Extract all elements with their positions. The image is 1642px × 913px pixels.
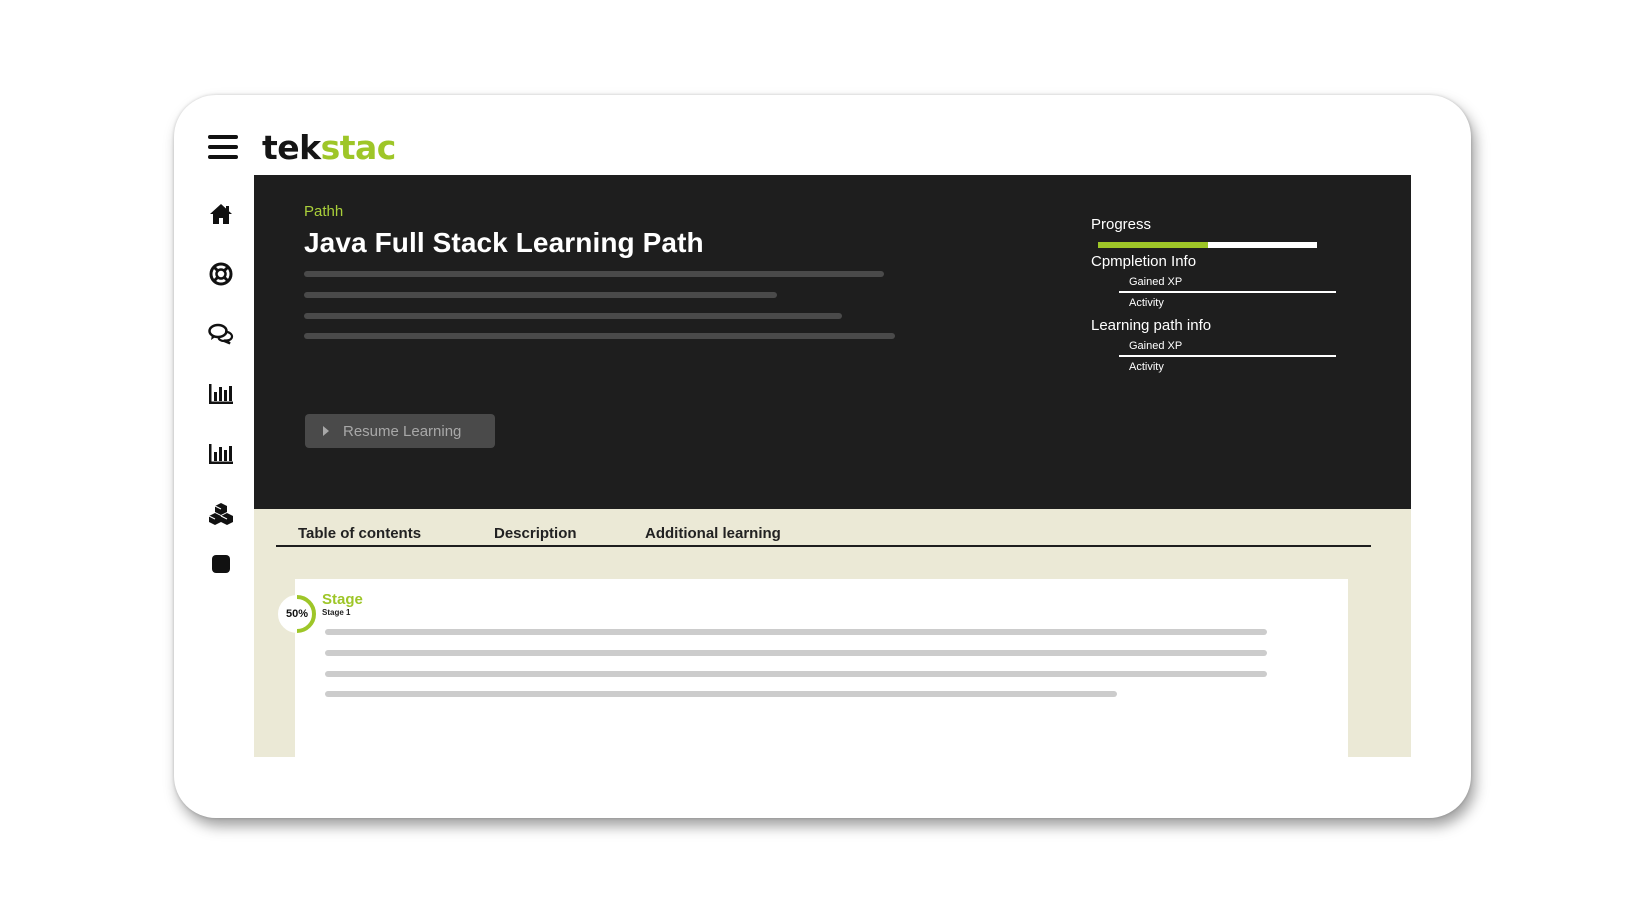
path-gained-xp-label: Gained XP (1129, 340, 1183, 352)
description-placeholder-line (304, 333, 895, 339)
path-divider (1119, 355, 1336, 357)
resume-learning-button[interactable]: Resume Learning (305, 414, 495, 448)
tab-description[interactable]: Description (494, 525, 577, 542)
stage-percent-label: 50% (285, 608, 309, 620)
stage-placeholder-line (325, 691, 1117, 697)
tab-bar: Table of contents Description Additional… (276, 509, 1371, 547)
chat-icon[interactable] (204, 319, 238, 349)
analytics-icon[interactable] (204, 379, 238, 409)
stage-placeholder-line (325, 629, 1267, 635)
path-activity-label: Activity (1129, 361, 1164, 373)
description-placeholder-line (304, 271, 884, 277)
completion-divider (1119, 291, 1336, 293)
stage-placeholder-line (325, 650, 1267, 656)
progress-bar-fill (1098, 242, 1208, 248)
logo-text-tek: tek (262, 128, 321, 167)
support-lifebuoy-icon[interactable] (204, 259, 238, 289)
stats-panel: Progress Cpmpletion Info Gained XP Activ… (1091, 175, 1391, 509)
stage-placeholder-line (325, 671, 1267, 677)
learning-path-info-heading: Learning path info (1091, 317, 1212, 334)
learning-path-hero: Pathh Java Full Stack Learning Path Resu… (254, 175, 1411, 509)
resume-learning-label: Resume Learning (343, 422, 462, 440)
tab-table-of-contents[interactable]: Table of contents (298, 525, 421, 542)
stop-square-icon[interactable] (204, 549, 238, 579)
tekstac-logo: tekstac (262, 128, 396, 167)
description-placeholder-line (304, 292, 777, 298)
logo-text-stac: stac (320, 128, 397, 167)
progress-label: Progress (1091, 216, 1152, 233)
play-icon (323, 426, 329, 436)
path-eyebrow-label: Pathh (304, 203, 344, 220)
completion-gained-xp-label: Gained XP (1129, 276, 1183, 288)
progress-bar (1098, 242, 1317, 248)
stage-progress-ring: 50% (276, 593, 318, 635)
home-icon[interactable] (204, 199, 238, 229)
stage-subtitle: Stage 1 (322, 608, 351, 617)
reports-icon[interactable] (204, 439, 238, 469)
modules-cubes-icon[interactable] (204, 499, 238, 529)
description-placeholder-line (304, 313, 842, 319)
menu-icon[interactable] (208, 135, 238, 161)
stage-card (295, 579, 1348, 757)
app-window: tekstac Pathh Java Full Stack Learning P… (174, 95, 1471, 818)
tab-additional-learning[interactable]: Additional learning (645, 525, 781, 542)
page-title: Java Full Stack Learning Path (304, 227, 704, 258)
content-area: Table of contents Description Additional… (254, 509, 1411, 757)
completion-info-heading: Cpmpletion Info (1091, 253, 1197, 270)
completion-activity-label: Activity (1129, 297, 1164, 309)
stage-title: Stage (322, 591, 363, 608)
